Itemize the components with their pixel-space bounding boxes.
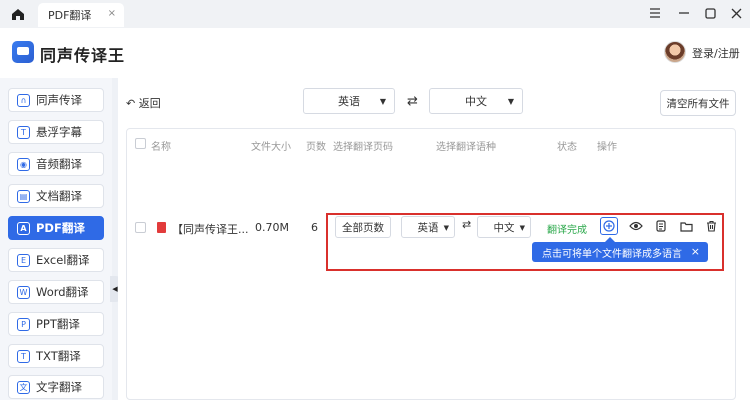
sidebar-item-label: TXT翻译 bbox=[36, 349, 81, 363]
file-pages: 6 bbox=[311, 221, 318, 234]
avatar[interactable] bbox=[664, 41, 686, 63]
header-pages: 页数 bbox=[306, 142, 326, 153]
header-name: 名称 bbox=[151, 142, 171, 153]
header-size: 文件大小 bbox=[251, 142, 291, 153]
swap-icon: ⇄ bbox=[407, 94, 418, 109]
sidebar-item-excel[interactable]: E Excel翻译 bbox=[8, 248, 104, 272]
tooltip-close-icon[interactable]: × bbox=[691, 245, 700, 258]
excel-icon: E bbox=[17, 253, 30, 267]
menu-icon bbox=[650, 8, 660, 18]
subtitle-icon: T bbox=[17, 125, 30, 139]
header-lang-select: 选择翻译语种 bbox=[436, 142, 496, 153]
maximize-icon bbox=[704, 7, 716, 19]
sidebar-item-ppt[interactable]: P PPT翻译 bbox=[8, 312, 104, 336]
tooltip-text: 点击可将单个文件翻译成多语言 bbox=[542, 248, 682, 260]
back-button[interactable]: ↶ 返回 bbox=[126, 95, 161, 111]
headset-icon: ∩ bbox=[17, 93, 30, 107]
app-logo-icon bbox=[12, 41, 34, 63]
app-title: 同声传译王 bbox=[40, 46, 126, 65]
header-ops: 操作 bbox=[597, 142, 617, 153]
tab-bar: PDF翻译 × bbox=[0, 0, 750, 28]
chevron-left-icon: ◀ bbox=[112, 285, 118, 293]
header-status: 状态 bbox=[557, 142, 577, 153]
sidebar-item-label: 悬浮字幕 bbox=[36, 125, 82, 139]
menu-button[interactable] bbox=[645, 5, 665, 21]
source-language-value: 英语 bbox=[338, 95, 360, 108]
login-link[interactable]: 登录/注册 bbox=[692, 45, 740, 61]
ppt-icon: P bbox=[17, 317, 30, 331]
sidebar-item-simultaneous[interactable]: ∩ 同声传译 bbox=[8, 88, 104, 112]
target-language-select[interactable]: 中文 ▼ bbox=[429, 88, 523, 114]
sidebar-item-pdf[interactable]: A PDF翻译 bbox=[8, 216, 104, 240]
sidebar-item-audio[interactable]: ◉ 音频翻译 bbox=[8, 152, 104, 176]
sidebar-item-word[interactable]: W Word翻译 bbox=[8, 280, 104, 304]
close-window-button[interactable] bbox=[726, 5, 746, 21]
multi-language-tooltip: 点击可将单个文件翻译成多语言 × bbox=[532, 237, 708, 262]
sidebar-item-label: PDF翻译 bbox=[36, 221, 85, 235]
sidebar-item-label: Excel翻译 bbox=[36, 253, 90, 267]
sidebar: ∩ 同声传译 T 悬浮字幕 ◉ 音频翻译 ▤ 文档翻译 A PDF翻译 E Ex… bbox=[0, 78, 112, 400]
minimize-button[interactable] bbox=[674, 5, 694, 21]
swap-language-button[interactable]: ⇄ bbox=[407, 94, 418, 109]
minimize-icon bbox=[679, 12, 689, 14]
select-all-checkbox[interactable] bbox=[135, 138, 146, 149]
document-icon: ▤ bbox=[17, 189, 30, 203]
chevron-down-icon: ▼ bbox=[507, 97, 514, 106]
txt-icon: T bbox=[17, 349, 30, 363]
tab-pdf-translate[interactable]: PDF翻译 × bbox=[38, 3, 124, 27]
file-table: 名称 文件大小 页数 选择翻译页码 选择翻译语种 状态 操作 【同声传译王...… bbox=[126, 128, 736, 400]
word-icon: W bbox=[17, 285, 30, 299]
sidebar-item-document[interactable]: ▤ 文档翻译 bbox=[8, 184, 104, 208]
close-icon bbox=[731, 8, 741, 18]
home-icon bbox=[12, 8, 24, 20]
chevron-down-icon: ▼ bbox=[379, 97, 386, 106]
sidebar-item-label: 同声传译 bbox=[36, 93, 82, 107]
maximize-button[interactable] bbox=[700, 5, 720, 21]
header-pages-select: 选择翻译页码 bbox=[333, 142, 393, 153]
app-header: 同声传译王 登录/注册 bbox=[0, 28, 750, 78]
back-arrow-icon: ↶ bbox=[126, 97, 136, 110]
sidebar-item-label: 音频翻译 bbox=[36, 157, 82, 171]
sidebar-item-txt[interactable]: T TXT翻译 bbox=[8, 344, 104, 368]
back-label: 返回 bbox=[138, 97, 161, 110]
pdf-icon: A bbox=[17, 221, 30, 235]
sidebar-item-label: PPT翻译 bbox=[36, 317, 80, 331]
home-button[interactable] bbox=[8, 5, 28, 23]
source-language-select[interactable]: 英语 ▼ bbox=[303, 88, 395, 114]
target-language-value: 中文 bbox=[465, 95, 487, 108]
sidebar-item-label: 文字翻译 bbox=[36, 380, 82, 394]
file-name: 【同声传译王... bbox=[172, 223, 249, 236]
main-panel: ↶ 返回 英语 ▼ ⇄ 中文 ▼ 清空所有文件 名称 文件大小 页数 选择翻译页… bbox=[118, 78, 750, 400]
clear-all-files-button[interactable]: 清空所有文件 bbox=[660, 90, 736, 116]
audio-icon: ◉ bbox=[17, 157, 30, 171]
tab-label: PDF翻译 bbox=[48, 9, 92, 22]
file-size: 0.70M bbox=[255, 221, 289, 234]
sidebar-item-text[interactable]: 文 文字翻译 bbox=[8, 375, 104, 399]
sidebar-item-label: 文档翻译 bbox=[36, 189, 82, 203]
pdf-file-icon bbox=[157, 222, 166, 233]
tab-close-icon[interactable]: × bbox=[108, 8, 116, 19]
text-icon: 文 bbox=[17, 380, 30, 394]
sidebar-item-label: Word翻译 bbox=[36, 285, 89, 299]
sidebar-item-subtitle[interactable]: T 悬浮字幕 bbox=[8, 120, 104, 144]
row-checkbox[interactable] bbox=[135, 222, 146, 233]
